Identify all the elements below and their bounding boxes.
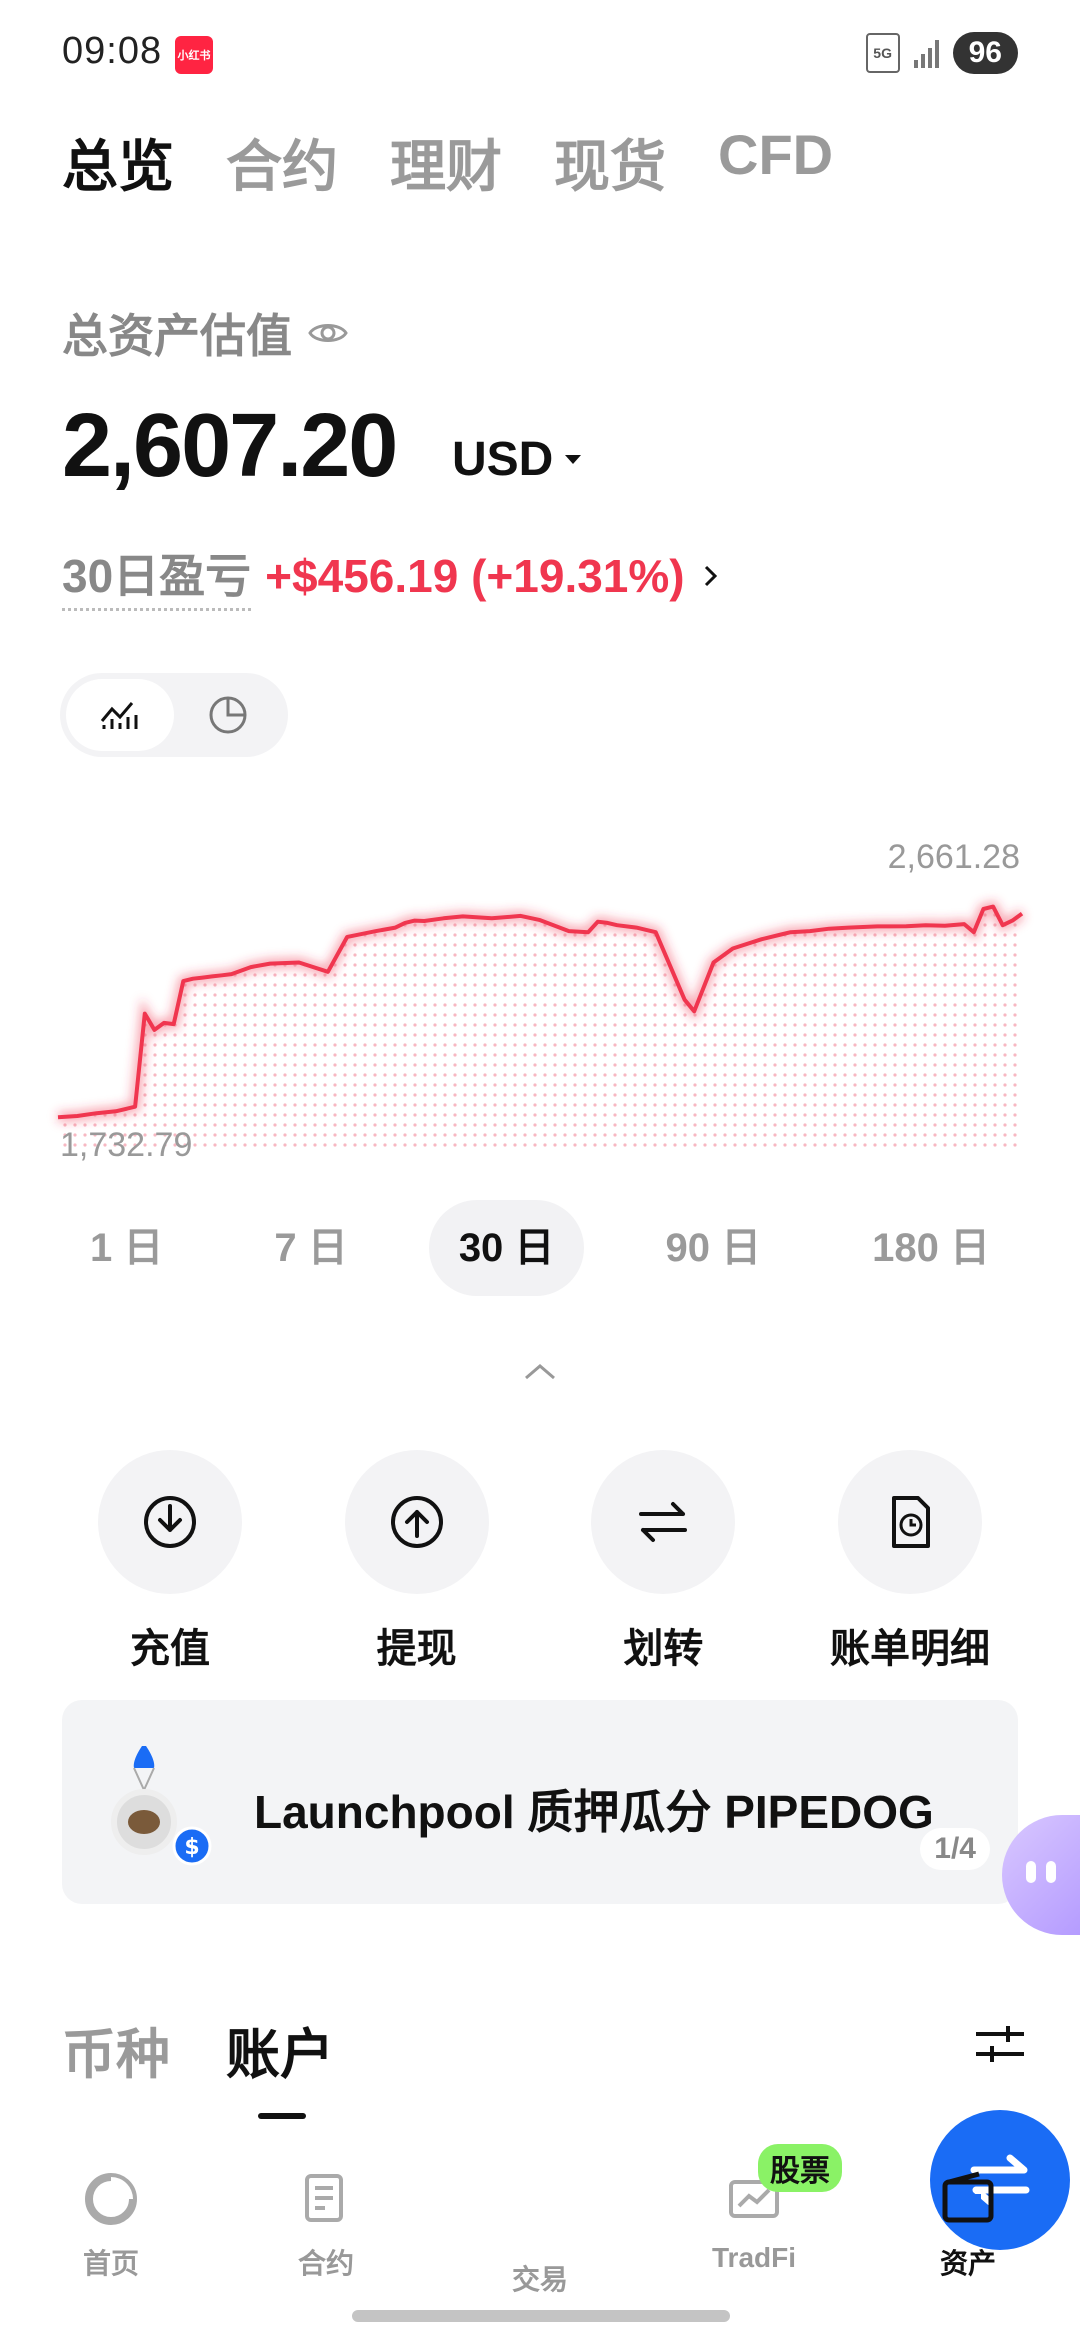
svg-text:$: $ [184, 1835, 199, 1860]
tab-coins[interactable]: 币种 [62, 2010, 170, 2089]
filter-icon[interactable] [972, 2020, 1028, 2068]
pnl-label: 30日盈亏 [62, 540, 252, 611]
nav-home[interactable]: 首页 [31, 2170, 191, 2282]
eye-icon[interactable] [306, 311, 350, 355]
signal-icon [913, 38, 939, 68]
period-30d[interactable]: 30 日 [428, 1200, 585, 1296]
nav-trade-label: 交易 [511, 2264, 568, 2295]
promo-banner[interactable]: $ Launchpool 质押瓜分 PIPEDOG 1/4 [62, 1700, 1018, 1904]
total-asset-label-row: 总资产估值 [62, 300, 350, 366]
withdraw-icon-wrap [344, 1450, 489, 1594]
nav-assets[interactable]: 资产 [888, 2170, 1048, 2282]
transfer-icon [639, 1502, 688, 1542]
chart-area-fill [58, 906, 1022, 1152]
total-asset-label: 总资产估值 [62, 310, 292, 362]
period-90d[interactable]: 90 日 [635, 1200, 791, 1296]
period-180d[interactable]: 180 日 [842, 1200, 1020, 1296]
bill-details-label: 账单明细 [829, 1627, 990, 1671]
banner-pagination: 1/4 [920, 1828, 990, 1870]
tab-earn[interactable]: 理财 [390, 122, 502, 203]
currency-selector[interactable]: USD [452, 432, 582, 487]
status-bar: 09:08 小红书 5G 96 [0, 0, 1080, 110]
line-chart-icon [100, 702, 138, 729]
currency-label: USD [452, 433, 554, 486]
pie-chart-icon [209, 696, 247, 734]
asset-view-tabs: 币种 账户 [62, 2010, 334, 2119]
deposit-icon [144, 1496, 196, 1548]
quick-actions: 充值 提现 划转 账单明细 [60, 1450, 1020, 1674]
period-1d[interactable]: 1 日 [60, 1200, 193, 1296]
period-selector: 1 日 7 日 30 日 90 日 180 日 [60, 1200, 1020, 1296]
nav-contract-label: 合约 [297, 2248, 354, 2279]
withdraw-label: 提现 [376, 1627, 457, 1671]
deposit-icon-wrap [98, 1450, 242, 1594]
pie-chart-toggle[interactable] [174, 679, 282, 751]
nav-assets-label: 资产 [939, 2248, 996, 2279]
tab-cfd[interactable]: CFD [718, 122, 833, 203]
chevron-right-icon [704, 565, 717, 586]
launchpool-icon: $ [111, 1746, 212, 1866]
deposit-button[interactable]: 充值 [60, 1450, 280, 1674]
nav-contract[interactable]: 合约 [246, 2170, 406, 2282]
bill-icon [891, 1496, 930, 1548]
chart-min-label: 1,732.79 [60, 1126, 193, 1164]
status-time: 09:08 [62, 30, 163, 72]
network-5g-icon: 5G [865, 33, 900, 73]
transfer-label: 划转 [623, 1627, 704, 1671]
home-icon [85, 2173, 137, 2225]
tab-accounts[interactable]: 账户 [226, 2010, 334, 2119]
pnl-row[interactable]: 30日盈亏 +$456.19 (+19.31%) [62, 540, 723, 611]
banner-text: Launchpool 质押瓜分 PIPEDOG [254, 1786, 934, 1838]
top-tabs: 总览 合约 理财 现货 CFD [62, 122, 833, 203]
chart-type-toggle [60, 673, 288, 757]
contract-icon [305, 2174, 343, 2222]
line-chart-toggle[interactable] [66, 679, 174, 751]
transfer-button[interactable]: 划转 [553, 1450, 773, 1674]
tab-overview[interactable]: 总览 [62, 122, 174, 203]
total-asset-value: 2,607.20 [62, 396, 398, 496]
tab-contract[interactable]: 合约 [226, 122, 338, 203]
tab-spot[interactable]: 现货 [554, 122, 666, 203]
bill-details-button[interactable]: 账单明细 [800, 1450, 1020, 1674]
transfer-icon-wrap [591, 1450, 736, 1594]
period-7d[interactable]: 7 日 [244, 1200, 377, 1296]
deposit-label: 充值 [130, 1627, 210, 1671]
stock-badge: 股票 [758, 2144, 842, 2192]
pnl-value: +$456.19 (+19.31%) [265, 549, 685, 602]
status-indicators: 5G 96 [865, 32, 1018, 74]
wallet-icon [942, 2171, 994, 2223]
caret-down-icon [565, 455, 582, 464]
bill-icon-wrap [837, 1450, 982, 1594]
nav-trade[interactable]: 交易 [460, 2110, 1070, 2298]
home-indicator[interactable] [352, 2310, 730, 2322]
withdraw-icon [390, 1496, 443, 1548]
chevron-up-icon[interactable] [520, 1360, 560, 1384]
battery-indicator: 96 [952, 32, 1018, 74]
app-notification-icon: 小红书 [175, 36, 213, 74]
nav-home-label: 首页 [82, 2248, 139, 2279]
nav-tradfi-label: TradFi [711, 2242, 796, 2273]
withdraw-button[interactable]: 提现 [307, 1450, 527, 1674]
